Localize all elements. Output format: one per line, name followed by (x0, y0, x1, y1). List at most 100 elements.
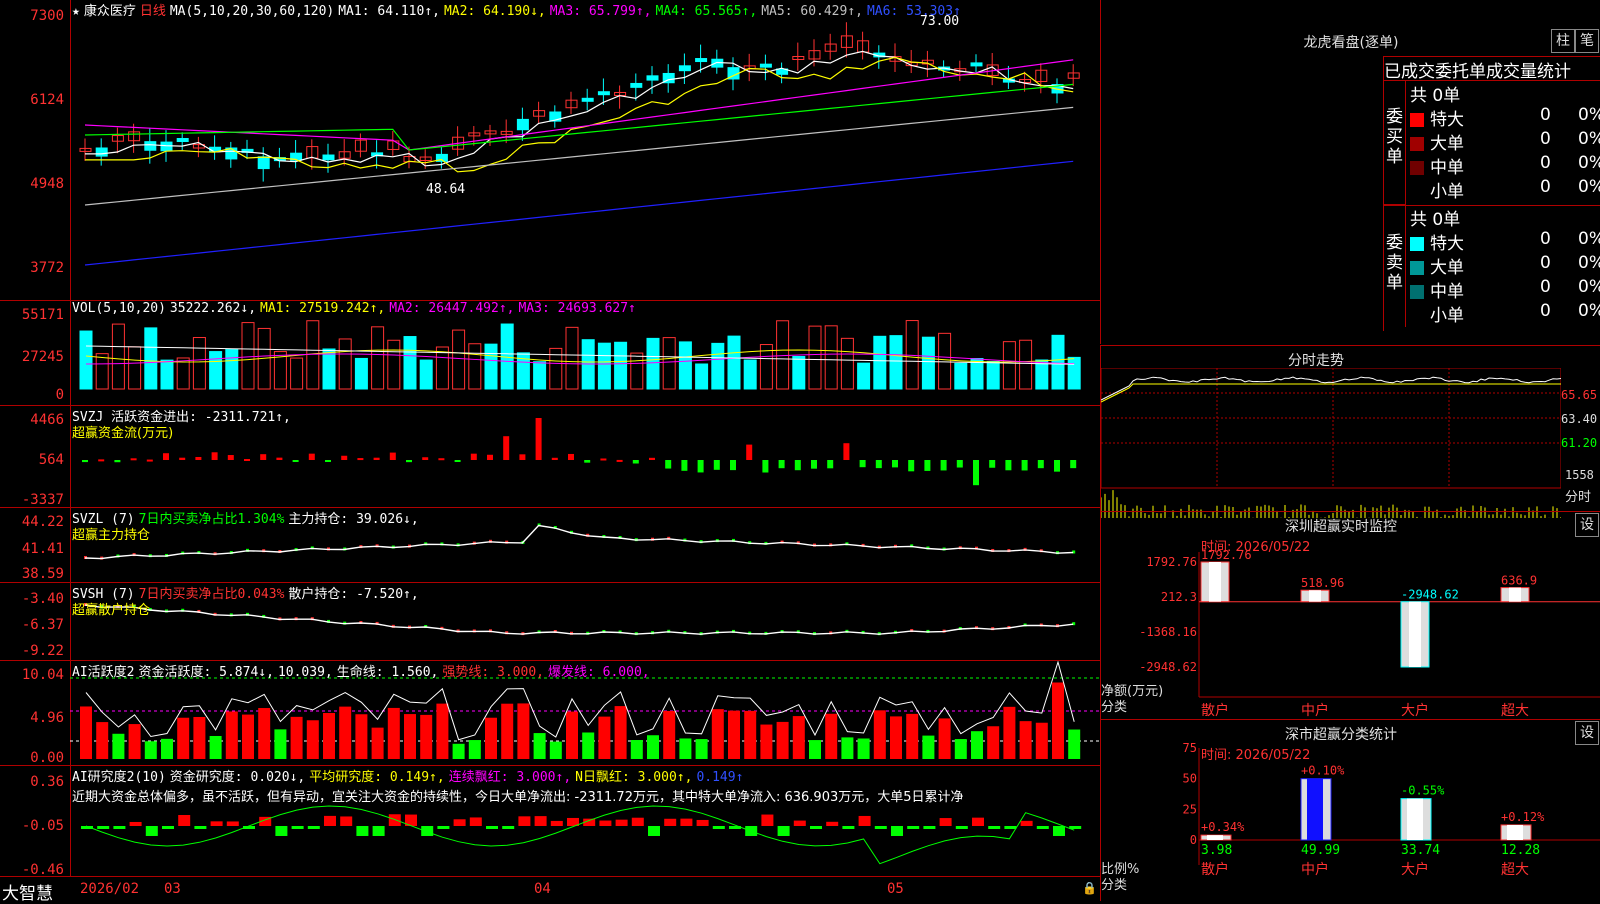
flow-bar (341, 455, 348, 460)
activity-bar (760, 724, 773, 759)
intraday-chart[interactable] (1101, 368, 1561, 518)
volume-bar (192, 337, 206, 390)
activity-bar (501, 703, 514, 759)
research-bar (923, 826, 936, 829)
activity-bar (971, 731, 983, 759)
monitor-panel[interactable]: 深圳超赢实时监控 设 时间: 2026/05/22 1792.76 212.3 -1… (1100, 511, 1600, 719)
flow-bar (389, 452, 396, 460)
svzj-panel[interactable]: 4466 564 -3337 SVZJ 活跃资金进出: -2311.721↑, … (0, 406, 1100, 508)
ma4-value: MA4: 65.565↑, (655, 4, 758, 19)
research-bar (178, 815, 191, 826)
research-line (85, 805, 1075, 865)
svsh-panel[interactable]: -3.40 -6.37 -9.22 SVSH (7) 7日内买卖净占比0.043%… (0, 583, 1100, 661)
buy-order-row: 特大 0 0% (1410, 105, 1600, 130)
tick-mode-button[interactable]: 笔 (1575, 29, 1599, 53)
price-panel[interactable]: 7300 6124 4948 3772 ★ 康众医疗 日线 MA(5,10,20,30… (0, 0, 1100, 301)
ma1-value: MA1: 64.110↑, (338, 4, 440, 19)
volume-bar (354, 357, 368, 390)
candle-body (970, 62, 983, 67)
classify-bar-shine (1307, 778, 1323, 840)
volume-bar (1019, 339, 1033, 390)
classify-change: +0.10% (1301, 764, 1345, 778)
flow-bar (179, 457, 186, 460)
activity-bar (387, 707, 400, 759)
price-tick: 4948 (30, 176, 64, 192)
activity-bar (679, 738, 692, 759)
activity-bar (112, 733, 125, 759)
order-type: 中单 (1430, 158, 1464, 178)
research-bar (453, 819, 466, 826)
intraday-title: 分时走势 (1288, 353, 1344, 369)
activity-bar (922, 735, 935, 759)
order-percent: 0% (1578, 177, 1600, 197)
classify-tick: 0 (1190, 833, 1197, 847)
bar-mode-button[interactable]: 柱 (1551, 29, 1575, 53)
intraday-tick: 65.65 (1561, 388, 1598, 402)
volume-chart[interactable] (70, 301, 1100, 405)
ai2-name: AI研究度2(10) (72, 770, 166, 785)
ma-params: MA(5,10,20,30,60,120) (169, 4, 335, 19)
activity-bar (841, 737, 854, 759)
research-bar (842, 826, 855, 829)
intraday-panel[interactable]: 分时走势 65.65 63.40 61.20 1558 分时 (1100, 345, 1600, 518)
flow-bar (794, 460, 801, 471)
research-bar (874, 826, 887, 829)
flow-bar (82, 460, 88, 463)
volume-bar (662, 337, 676, 390)
activity-bar (1052, 682, 1064, 759)
activity-bar (468, 740, 481, 759)
research-bar (1020, 820, 1033, 826)
research-bar (793, 820, 806, 826)
activity-bar (744, 710, 757, 759)
volume-bar (468, 343, 482, 390)
lock-icon[interactable]: 🔒 (1082, 881, 1097, 895)
activity-bar (355, 714, 368, 759)
volume-panel[interactable]: 55171 27245 0 VOL(5,10,20) 35222.262↓, MA1… (0, 301, 1100, 406)
research-bar (972, 817, 984, 826)
activity-bar (809, 740, 821, 759)
volume-bar (322, 348, 336, 390)
flow-bar (551, 457, 558, 460)
research-bar (534, 816, 547, 826)
dragon-tabs[interactable]: 已成交委托单成交量统计 (1383, 56, 1600, 81)
flow-bar (357, 458, 364, 461)
classify-panel[interactable]: 深市超赢分类统计 设 时间: 2026/05/22 75 50 25 0 +0.34% 3… (1100, 719, 1600, 901)
svsh-tick: -9.22 (21, 643, 64, 659)
classify-tick: 75 (1183, 741, 1197, 755)
activity-bar (274, 729, 287, 759)
candlestick-chart[interactable] (70, 0, 1100, 300)
monitor-bar-shine (1209, 562, 1221, 602)
activity-bar (420, 714, 433, 759)
volume-bar (338, 338, 352, 390)
monitor-bar-chart[interactable]: 1792.76 212.3 -1368.16 -2948.62 1792.76 散户 518… (1101, 512, 1600, 719)
volume-bar (954, 362, 968, 390)
monitor-xlabel: 分类 (1101, 700, 1128, 715)
flow-bar (406, 460, 412, 463)
volume-bar (387, 339, 401, 390)
buy-order-row: 小单 0 0% (1410, 177, 1600, 202)
flow-bar (114, 460, 121, 463)
flow-bar (535, 418, 542, 460)
ai-research-panel[interactable]: 0.36 -0.05 -0.46 AI研究度2(10) 资金研究度: 0.020↓… (0, 766, 1100, 876)
candle-body (581, 97, 594, 102)
volume-bar (225, 349, 239, 390)
activity-bar (938, 718, 951, 759)
research-bar (550, 820, 563, 826)
month-label: 04 (534, 881, 551, 897)
star-icon[interactable]: ★ (72, 4, 80, 19)
activity-bar (614, 706, 627, 759)
volume-bar (695, 363, 709, 390)
candle-body (257, 156, 270, 170)
flow-bar (1037, 460, 1044, 469)
volume-bar (128, 346, 142, 390)
volume-bar (533, 361, 547, 390)
ai-activity-panel[interactable]: 10.04 4.96 0.00 AI活跃度2 资金活跃度: 5.874↓, 10.0… (0, 661, 1100, 766)
ai1-d: 强势线: 3.000, (442, 665, 544, 680)
order-type: 大单 (1430, 258, 1464, 278)
svzl-panel[interactable]: 44.22 41.41 38.59 SVZL (7) 7日内买卖净占比1.304%… (0, 508, 1100, 583)
ai1-axis: 10.04 4.96 0.00 (0, 661, 71, 765)
monitor-category: 中户 (1301, 702, 1329, 719)
period-label[interactable]: 日线 (140, 4, 166, 19)
classify-bar-chart[interactable]: 75 50 25 0 +0.34% 3.98 散户 +0.10% 49.99 中户 -0.55% 33… (1101, 720, 1600, 901)
ma3-value: MA3: 65.799↑, (549, 4, 652, 19)
